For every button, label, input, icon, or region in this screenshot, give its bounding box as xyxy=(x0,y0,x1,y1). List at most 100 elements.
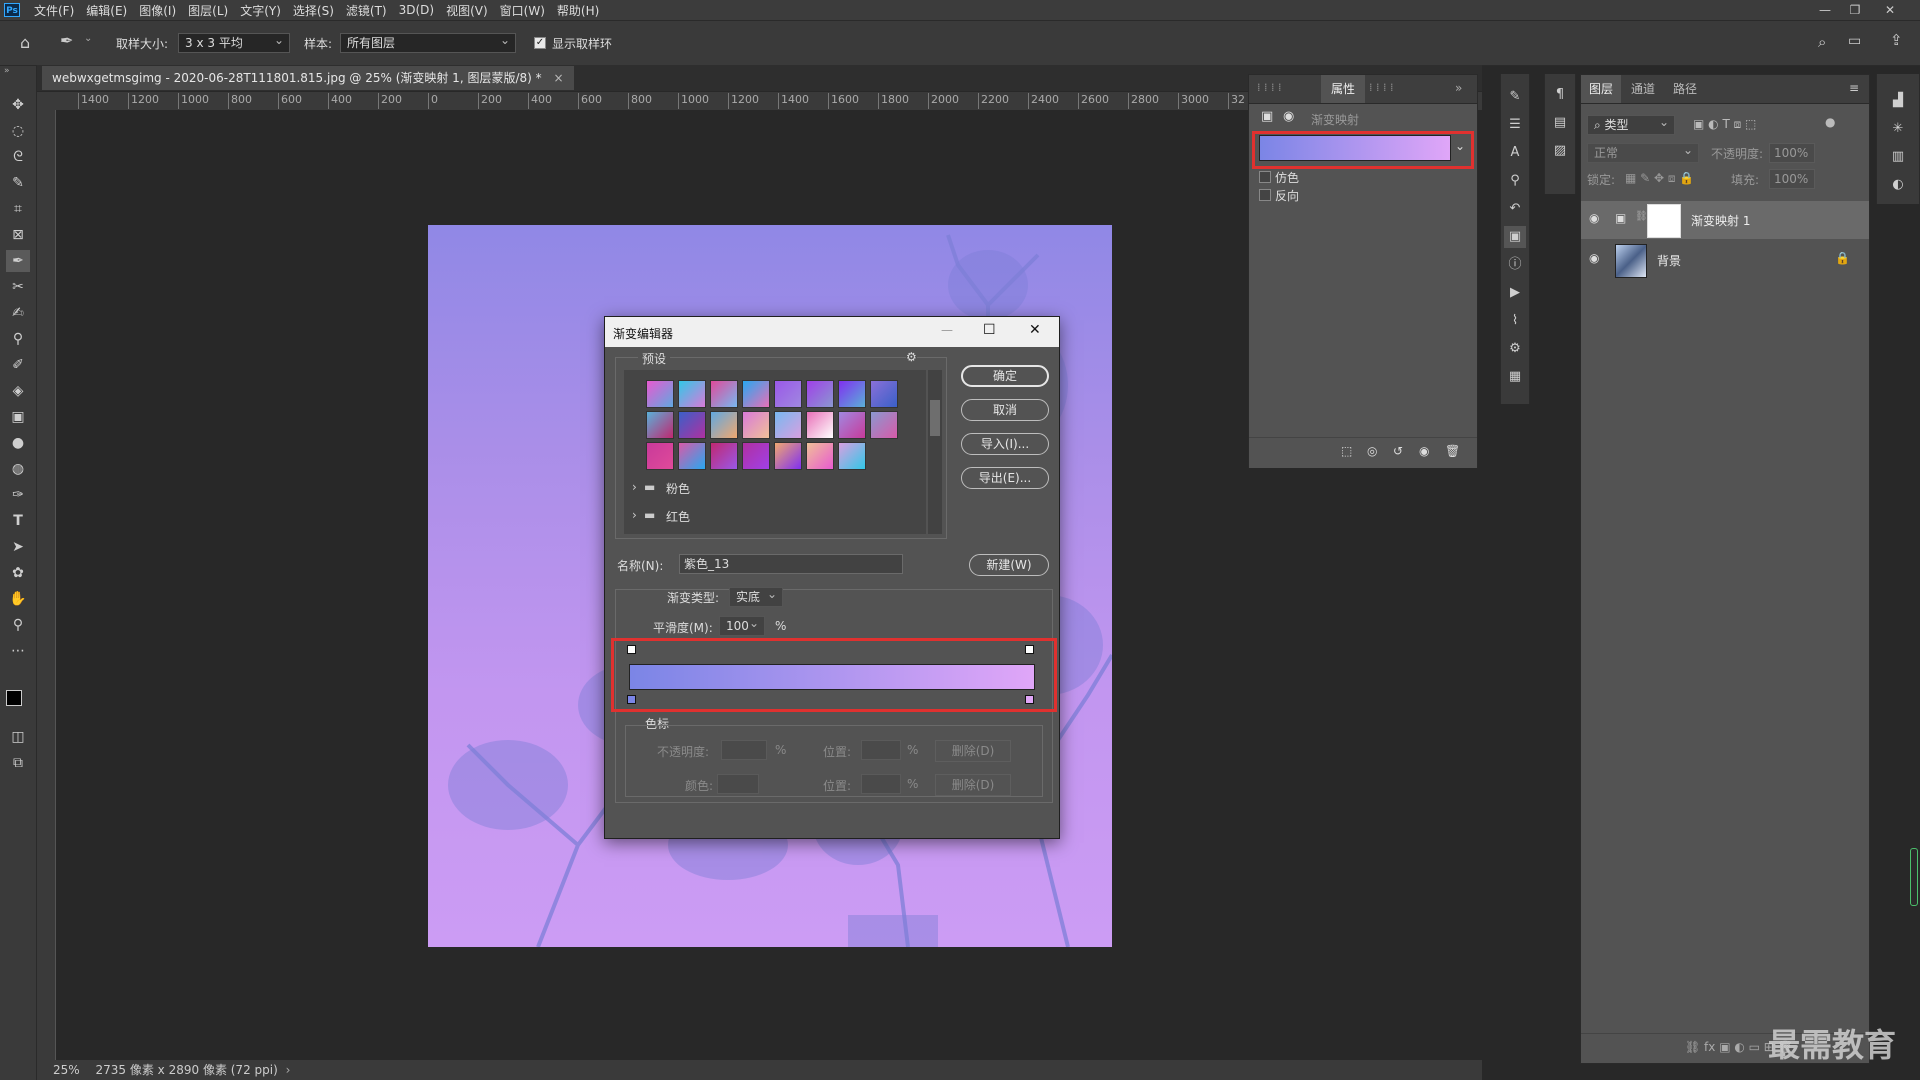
paths-icon[interactable]: ⌇ xyxy=(1504,310,1526,332)
preset-swatch[interactable] xyxy=(646,442,674,470)
mask-icon[interactable]: ◉ xyxy=(1283,109,1294,124)
ok-button[interactable]: 确定 xyxy=(961,365,1049,387)
export-button[interactable]: 导出(E)... xyxy=(961,467,1049,489)
folder-pink[interactable]: 粉色 xyxy=(666,480,690,497)
preset-swatch[interactable] xyxy=(646,380,674,408)
menu-filter[interactable]: 滤镜(T) xyxy=(340,2,393,19)
type-tool-icon[interactable]: T xyxy=(6,510,30,532)
gradient-tool-icon[interactable]: ▣ xyxy=(6,406,30,428)
preset-swatch[interactable] xyxy=(774,380,802,408)
document-tab[interactable]: webwxgetmsgimg - 2020-06-28T111801.815.j… xyxy=(42,66,574,90)
tab-paths[interactable]: 路径 xyxy=(1665,75,1705,103)
histogram-icon[interactable]: ▟ xyxy=(1887,90,1909,112)
preset-swatch[interactable] xyxy=(678,411,706,439)
workspace-icon[interactable]: ▭ xyxy=(1848,33,1861,49)
paragraph-icon[interactable]: ¶ xyxy=(1549,84,1571,106)
preset-swatch[interactable] xyxy=(870,380,898,408)
reverse-checkbox[interactable] xyxy=(1259,189,1271,201)
blend-mode-select[interactable]: 正常 xyxy=(1587,141,1699,163)
smoothness-field[interactable]: 100 xyxy=(719,614,765,636)
healing-tool-icon[interactable]: ✂ xyxy=(6,276,30,298)
crop-tool-icon[interactable]: ⌗ xyxy=(6,198,30,220)
menu-window[interactable]: 窗口(W) xyxy=(494,2,551,19)
adjustments-icon[interactable]: ☰ xyxy=(1504,114,1526,136)
preset-swatch[interactable] xyxy=(806,442,834,470)
dither-checkbox[interactable] xyxy=(1259,171,1271,183)
collapsed-panel-icons[interactable]: ⁞ ⁞ ⁞ ⁞ xyxy=(1257,81,1281,94)
tab-layers[interactable]: 图层 xyxy=(1581,75,1622,103)
trash-icon[interactable]: 🗑 xyxy=(1445,444,1460,458)
pen-tool-icon[interactable]: ✑ xyxy=(6,484,30,506)
preset-swatch[interactable] xyxy=(710,411,738,439)
panel-expand-icon[interactable]: » xyxy=(1455,81,1462,95)
show-ring-checkbox[interactable]: ✓ xyxy=(534,37,546,49)
layer-row-gradient-map[interactable]: ◉ ▣ ⛓ 渐变映射 1 xyxy=(1581,201,1869,239)
clip-to-layer-icon[interactable]: ⬚ xyxy=(1341,444,1352,458)
presets-scrollbar[interactable] xyxy=(928,370,942,534)
maximize-icon[interactable]: ☐ xyxy=(983,322,996,338)
preset-swatch[interactable] xyxy=(870,411,898,439)
restore-icon[interactable]: ❐ xyxy=(1840,0,1870,20)
menu-view[interactable]: 视图(V) xyxy=(440,2,494,19)
search-icon[interactable]: ⌕ xyxy=(1818,33,1826,51)
tab-properties[interactable]: 属性 xyxy=(1321,75,1365,103)
panel-menu-icon[interactable]: ≡ xyxy=(1849,81,1859,95)
layer-row-background[interactable]: ◉ 背景 🔒 xyxy=(1581,241,1869,279)
zoom-level[interactable]: 25% xyxy=(53,1063,80,1077)
preset-swatch[interactable] xyxy=(646,411,674,439)
minimize-icon[interactable]: — xyxy=(1810,0,1840,20)
preset-swatch[interactable] xyxy=(710,442,738,470)
lock-icons[interactable]: ▦ ✎ ✥ ⧈ 🔒 xyxy=(1625,171,1694,186)
path-select-tool-icon[interactable]: ➤ xyxy=(6,536,30,558)
reset-icon[interactable]: ↺ xyxy=(1393,444,1403,458)
quick-select-tool-icon[interactable]: ✎ xyxy=(6,172,30,194)
eraser-tool-icon[interactable]: ◈ xyxy=(6,380,30,402)
preset-swatch[interactable] xyxy=(710,380,738,408)
preset-swatch[interactable] xyxy=(838,380,866,408)
preset-swatch[interactable] xyxy=(838,442,866,470)
folder-chevron-icon[interactable]: › xyxy=(632,480,637,494)
cancel-button[interactable]: 取消 xyxy=(961,399,1049,421)
layer-name[interactable]: 背景 xyxy=(1657,252,1681,269)
menu-file[interactable]: 文件(F) xyxy=(28,2,80,19)
menu-image[interactable]: 图像(I) xyxy=(133,2,182,19)
menu-type[interactable]: 文字(Y) xyxy=(234,2,287,19)
filter-icons[interactable]: ▣ ◐ T ⧈ ⬚ xyxy=(1693,117,1756,132)
home-icon[interactable]: ⌂ xyxy=(20,33,30,52)
hand-tool-icon[interactable]: ✋ xyxy=(6,588,30,610)
filter-toggle-icon[interactable]: ● xyxy=(1825,115,1835,129)
history-brush-icon[interactable]: ✐ xyxy=(6,354,30,376)
history-icon[interactable]: ↶ xyxy=(1504,198,1526,220)
preset-swatch[interactable] xyxy=(806,411,834,439)
presets-gear-icon[interactable]: ⚙ xyxy=(906,350,917,364)
tool-preset-chevron-icon[interactable]: ⌄ xyxy=(84,33,92,44)
collapsed-panel-icons-right[interactable]: ⁞ ⁞ ⁞ ⁞ xyxy=(1369,81,1393,94)
marquee-tool-icon[interactable]: ◌ xyxy=(6,120,30,142)
screen-mode-icon[interactable]: ⧉ xyxy=(6,752,30,774)
preset-swatch[interactable] xyxy=(774,411,802,439)
glyphs-icon[interactable]: ▤ xyxy=(1549,112,1571,134)
stamp-tool-icon[interactable]: ⚲ xyxy=(6,328,30,350)
import-button[interactable]: 导入(I)... xyxy=(961,433,1049,455)
share-icon[interactable]: ⇪ xyxy=(1890,31,1903,49)
name-field[interactable]: 紫色_13 xyxy=(679,554,903,574)
navigator-icon[interactable]: ✳ xyxy=(1887,118,1909,140)
dodge-tool-icon[interactable]: ◍ xyxy=(6,458,30,480)
tab-channels[interactable]: 通道 xyxy=(1623,75,1663,103)
preset-swatch[interactable] xyxy=(678,442,706,470)
libraries-icon[interactable]: ▥ xyxy=(1887,146,1909,168)
visibility-icon[interactable]: ◉ xyxy=(1419,444,1429,458)
preset-swatch[interactable] xyxy=(838,411,866,439)
fill-field[interactable]: 100% xyxy=(1769,169,1815,189)
more-tools-icon[interactable]: ⋯ xyxy=(6,640,30,662)
foreground-color-swatch[interactable] xyxy=(6,690,22,706)
folder-red[interactable]: 红色 xyxy=(666,508,690,525)
menu-3d[interactable]: 3D(D) xyxy=(393,3,440,17)
layer-name[interactable]: 渐变映射 1 xyxy=(1691,212,1750,229)
presets-list[interactable]: › ▬ 粉色 › ▬ 红色 xyxy=(624,370,926,534)
table-icon[interactable]: ▦ xyxy=(1504,366,1526,388)
dialog-titlebar[interactable]: 渐变编辑器 — ☐ ✕ xyxy=(605,317,1059,347)
sample-select[interactable]: 所有图层 xyxy=(340,31,516,53)
preset-swatch[interactable] xyxy=(678,380,706,408)
frame-tool-icon[interactable]: ⊠ xyxy=(6,224,30,246)
